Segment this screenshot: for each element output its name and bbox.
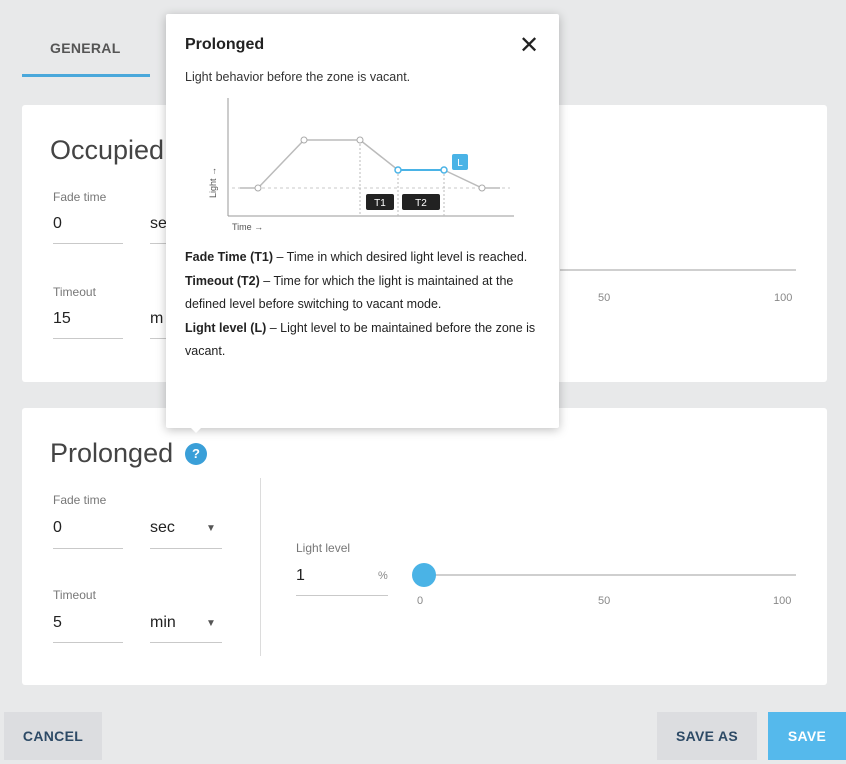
occupied-slider-track[interactable] (560, 269, 796, 271)
occupied-fade-label: Fade time (53, 190, 107, 204)
tooltip-body: Fade Time (T1) – Time in which desired l… (185, 246, 545, 364)
occupied-title: Occupied (50, 135, 165, 165)
occupied-fade-unit-underline (150, 243, 166, 244)
occupied-fade-input[interactable]: 0 (53, 215, 62, 233)
occupied-timeout-unit-select[interactable]: m (150, 310, 163, 328)
light-level-underline (296, 595, 388, 596)
occupied-timeout-label: Timeout (53, 285, 96, 299)
prolonged-timeout-underline (53, 642, 123, 643)
tick-50: 50 (598, 595, 611, 607)
occupied-tick-100: 100 (774, 292, 793, 304)
help-icon[interactable]: ? (185, 443, 207, 465)
occupied-timeout-unit-underline (150, 338, 166, 339)
tick-0: 0 (417, 595, 424, 607)
diagram-x-axis-label: Time → (232, 222, 263, 232)
tooltip-title: Prolonged (185, 36, 265, 53)
tab-general[interactable]: GENERAL (50, 40, 121, 56)
cancel-button[interactable]: CANCEL (4, 712, 102, 760)
tooltip-subtitle: Light behavior before the zone is vacant… (185, 70, 411, 84)
prolonged-fade-underline (53, 548, 123, 549)
save-button[interactable]: SAVE (768, 712, 846, 760)
diagram-t2-label: T2 (415, 198, 427, 209)
diagram-l-label: L (457, 158, 463, 169)
fade-time-desc: – Time in which desired light level is r… (272, 250, 528, 264)
fade-time-term: Fade Time (T1) (185, 250, 273, 264)
diagram-t1-label: T1 (374, 198, 386, 209)
tooltip-arrow (188, 425, 204, 433)
prolonged-timeout-label: Timeout (53, 588, 96, 602)
help-tooltip: Prolonged ✕ Light behavior before the zo… (166, 14, 559, 428)
light-level-slider-track[interactable] (420, 574, 796, 576)
prolonged-timeout-unit-select[interactable]: min (150, 614, 176, 632)
prolonged-fade-label: Fade time (53, 493, 107, 507)
light-level-term: Light level (L) (185, 320, 267, 335)
chevron-down-icon[interactable]: ▼ (206, 618, 216, 629)
prolonged-card: Prolonged ? Fade time 0 sec ▼ Timeout 5 … (22, 408, 827, 685)
occupied-timeout-underline (53, 338, 123, 339)
diagram-y-axis-label: Light → (208, 167, 218, 198)
light-level-input[interactable]: 1 (296, 567, 305, 585)
occupied-timeout-input[interactable]: 15 (53, 310, 71, 328)
occupied-tick-50: 50 (598, 292, 611, 304)
timeout-term: Timeout (T2) (185, 273, 260, 288)
occupied-fade-underline (53, 243, 123, 244)
light-level-label: Light level (296, 541, 351, 555)
chevron-down-icon[interactable]: ▼ (206, 523, 216, 534)
close-icon[interactable]: ✕ (519, 31, 539, 60)
light-behavior-diagram: L T1 T2 Light → Time → (208, 98, 514, 232)
prolonged-fade-input[interactable]: 0 (53, 519, 62, 537)
prolonged-fade-unit-underline (150, 548, 222, 549)
prolonged-fade-unit-select[interactable]: sec (150, 519, 175, 537)
column-divider (260, 478, 261, 656)
tab-active-indicator (22, 74, 150, 77)
occupied-fade-unit-select[interactable]: se (150, 215, 167, 233)
prolonged-title: Prolonged (50, 438, 174, 468)
light-level-slider-thumb[interactable] (411, 563, 436, 587)
light-level-unit: % (378, 570, 388, 582)
prolonged-timeout-input[interactable]: 5 (53, 614, 62, 632)
prolonged-timeout-unit-underline (150, 642, 222, 643)
save-as-button[interactable]: SAVE AS (657, 712, 757, 760)
tick-100: 100 (773, 595, 792, 607)
